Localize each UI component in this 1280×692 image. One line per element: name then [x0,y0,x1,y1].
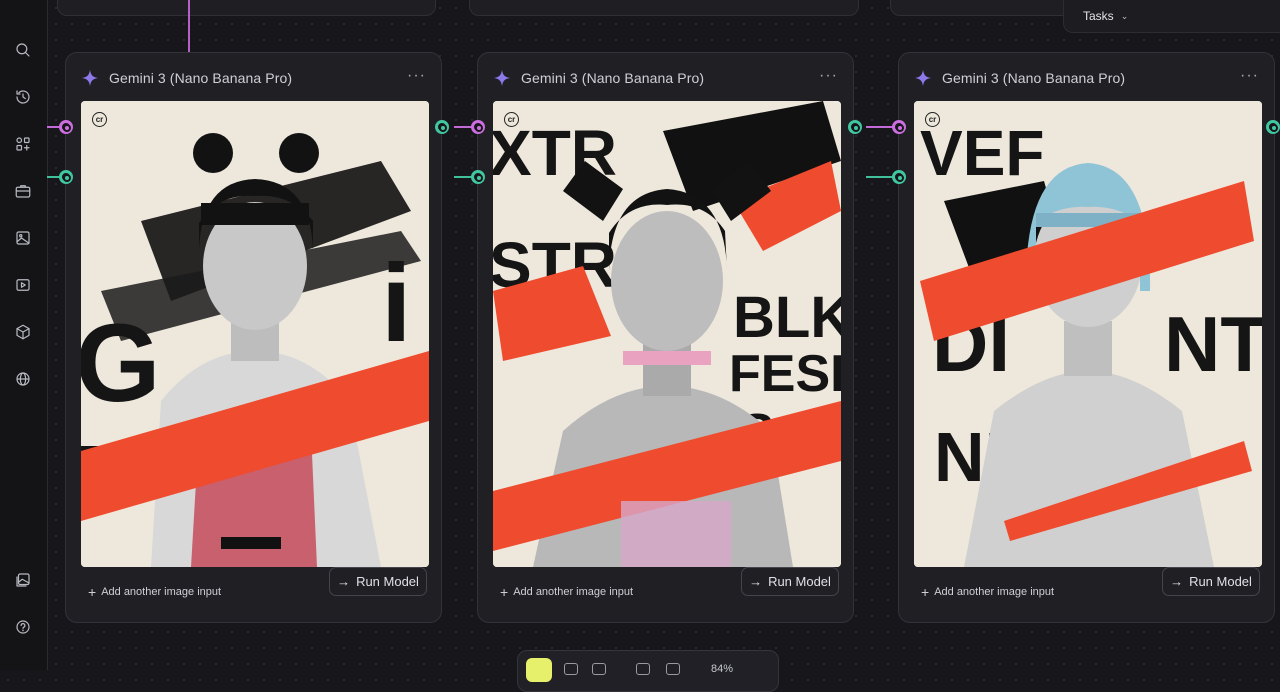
search-icon[interactable] [11,38,35,62]
arrow-right-icon: → [1170,574,1184,589]
credit-badge-icon: cr [92,112,107,127]
plus-icon: + [921,583,930,600]
add-image-input-button[interactable]: + Add another image input [500,583,634,600]
arrow-right-icon: → [337,574,351,589]
node-header[interactable]: Gemini 3 (Nano Banana Pro) ··· [66,53,441,103]
add-image-input-label: Add another image input [101,586,222,598]
poster-text: NT [1164,300,1262,388]
run-model-button[interactable]: → Run Model [329,567,427,596]
connection-wire [866,126,894,128]
gallery-icon[interactable] [11,568,35,592]
add-image-input-label: Add another image input [513,586,634,598]
input-port-text[interactable] [59,170,73,184]
chevron-down-icon: ⌄ [1120,10,1129,21]
apps-add-icon[interactable] [11,132,35,156]
tasks-label: Tasks [1083,9,1114,23]
sparkle-icon [493,69,511,87]
canvas-toolbar: 84% [517,650,779,692]
arrow-right-icon: → [749,574,763,589]
upstream-node-partial [890,0,1092,16]
model-node[interactable]: Gemini 3 (Nano Banana Pro) ··· G D i cr [65,52,442,623]
node-header[interactable]: Gemini 3 (Nano Banana Pro) ··· [899,53,1274,103]
output-port[interactable] [848,120,862,134]
frame-tool-icon[interactable] [592,663,606,675]
help-icon[interactable] [11,615,35,639]
add-image-input-button[interactable]: + Add another image input [921,583,1055,600]
credit-badge-icon: cr [925,112,940,127]
redo-icon[interactable] [666,663,680,675]
add-image-input-label: Add another image input [934,586,1055,598]
poster-text: G [81,302,161,425]
sparkle-icon [81,69,99,87]
sparkle-icon [914,69,932,87]
output-port[interactable] [435,120,449,134]
node-title: Gemini 3 (Nano Banana Pro) [109,70,293,86]
input-port-image[interactable] [59,120,73,134]
poster-text: BLK [733,285,841,350]
node-header[interactable]: Gemini 3 (Nano Banana Pro) ··· [478,53,853,103]
connection-wire [866,176,894,178]
zoom-level[interactable]: 84% [711,663,733,675]
poster-text: VEF [920,117,1044,189]
hand-tool-icon[interactable] [564,663,578,675]
upstream-node-partial [469,0,859,16]
poster-artwork: G D i [81,101,429,567]
poster-artwork: VEF DI NT ND-X [914,101,1262,567]
model-node[interactable]: Gemini 3 (Nano Banana Pro) ··· VEF DI NT… [898,52,1275,623]
run-model-label: Run Model [768,574,831,589]
tasks-dropdown[interactable]: Tasks ⌄ [1063,0,1280,33]
history-icon[interactable] [11,85,35,109]
generated-image[interactable]: VEF DI NT ND-X cr [914,101,1262,567]
output-port[interactable] [1266,120,1280,134]
input-port-text[interactable] [892,170,906,184]
node-title: Gemini 3 (Nano Banana Pro) [521,70,705,86]
globe-icon[interactable] [11,367,35,391]
image-icon[interactable] [11,226,35,250]
run-model-button[interactable]: → Run Model [1162,567,1260,596]
model-node[interactable]: Gemini 3 (Nano Banana Pro) ··· XTR STR B… [477,52,854,623]
run-model-label: Run Model [1189,574,1252,589]
poster-text: i [381,242,412,365]
node-footer: + Add another image input → Run Model [66,566,441,622]
node-footer: + Add another image input → Run Model [899,566,1274,622]
select-tool-icon[interactable] [526,658,552,682]
briefcase-icon[interactable] [11,179,35,203]
poster-text: FESH [729,345,841,403]
input-port-image[interactable] [892,120,906,134]
more-options-icon[interactable]: ··· [407,67,426,85]
more-options-icon[interactable]: ··· [1240,67,1259,85]
node-footer: + Add another image input → Run Model [478,566,853,622]
run-model-label: Run Model [356,574,419,589]
generated-image[interactable]: G D i cr [81,101,429,567]
upstream-node-partial [57,0,436,16]
plus-icon: + [500,583,509,600]
connection-wire [188,0,190,52]
generated-image[interactable]: XTR STR BLK FESH BTRAS cr [493,101,841,567]
add-image-input-button[interactable]: + Add another image input [88,583,222,600]
video-icon[interactable] [11,273,35,297]
plus-icon: + [88,583,97,600]
poster-artwork: XTR STR BLK FESH BTRAS [493,101,841,567]
input-port-image[interactable] [471,120,485,134]
cube-icon[interactable] [11,320,35,344]
run-model-button[interactable]: → Run Model [741,567,839,596]
node-title: Gemini 3 (Nano Banana Pro) [942,70,1126,86]
more-options-icon[interactable]: ··· [819,67,838,85]
input-port-text[interactable] [471,170,485,184]
sidebar [0,0,48,670]
credit-badge-icon: cr [504,112,519,127]
undo-icon[interactable] [636,663,650,675]
